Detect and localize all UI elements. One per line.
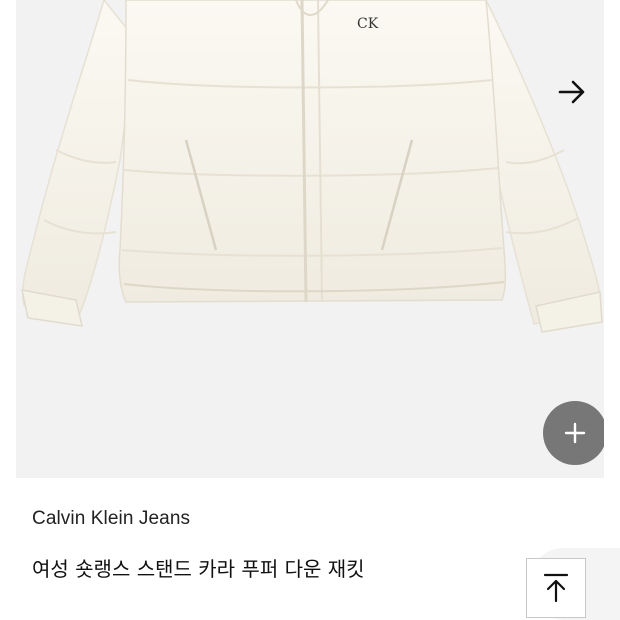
product-image-area[interactable]: CK [16, 0, 604, 478]
brand-logo: CK [357, 16, 379, 32]
plus-icon [564, 422, 586, 444]
zoom-plus-button[interactable] [543, 401, 604, 465]
arrow-up-to-top-icon [543, 573, 569, 603]
next-image-button[interactable] [552, 72, 592, 112]
product-image: CK [21, 0, 603, 333]
scroll-to-top-button[interactable] [526, 558, 586, 618]
arrow-right-icon [558, 80, 585, 104]
product-title: 여성 숏랭스 스탠드 카라 푸퍼 다운 재킷 [32, 557, 365, 581]
product-brand: Calvin Klein Jeans [32, 508, 191, 529]
